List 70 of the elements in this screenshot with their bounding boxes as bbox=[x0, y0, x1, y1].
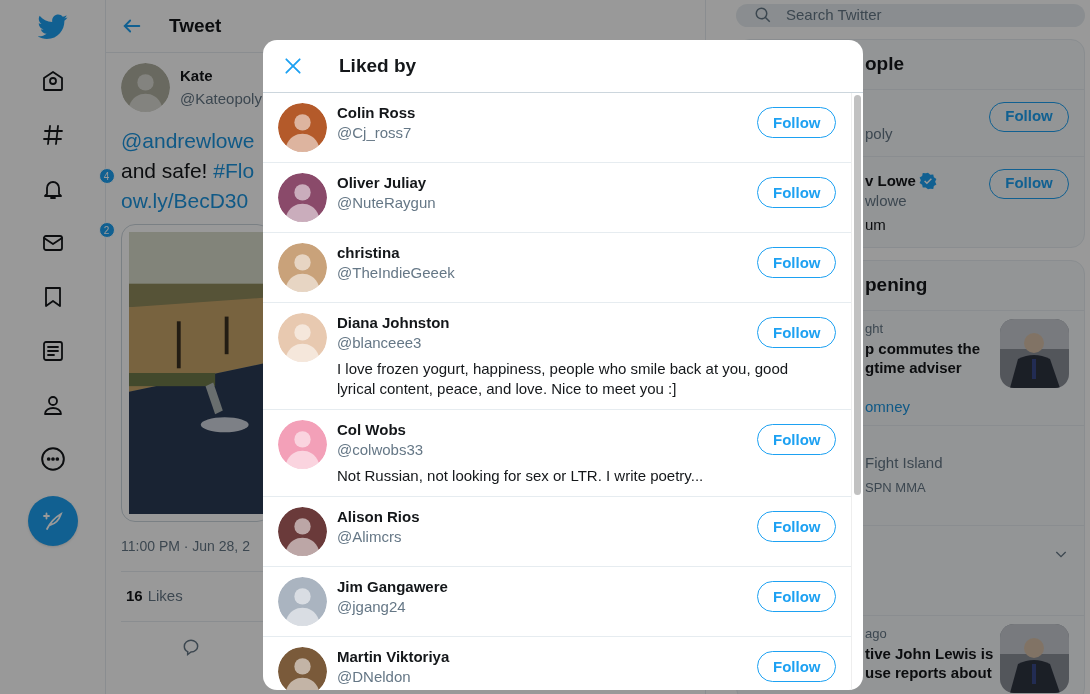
more-icon[interactable] bbox=[39, 446, 66, 472]
user-name[interactable]: Colin Ross bbox=[337, 103, 416, 123]
author-handle[interactable]: @Kateopoly bbox=[180, 87, 262, 110]
avatar-icon[interactable] bbox=[278, 647, 327, 690]
search-icon bbox=[754, 6, 772, 25]
user-row[interactable]: Alison Rios @Alimcrs Follow bbox=[263, 497, 851, 567]
person-handle[interactable]: wlowe bbox=[865, 190, 989, 211]
likes-label[interactable]: Likes bbox=[147, 585, 183, 608]
event-meta: SPN MMA bbox=[865, 479, 927, 498]
story-headline[interactable]: p commutes the bbox=[865, 338, 1000, 358]
user-name[interactable]: Diana Johnston bbox=[337, 313, 450, 333]
tweet-link[interactable]: ow.ly/BecD30 bbox=[121, 186, 249, 216]
user-row[interactable]: Colin Ross @Cj_ross7 Follow bbox=[263, 93, 851, 163]
list-icon[interactable] bbox=[40, 339, 65, 363]
user-row[interactable]: christina @TheIndieGeeek Follow bbox=[263, 233, 851, 303]
dialog-title: Liked by bbox=[339, 53, 417, 78]
user-row[interactable]: Oliver Juliay @NuteRaygun Follow bbox=[263, 163, 851, 233]
notification-badge: 4 bbox=[98, 168, 115, 184]
user-bio: I love frozen yogurt, happiness, people who smile back at you, good lyrical content, peace, and love. Nice to meet you :] bbox=[337, 359, 790, 399]
person-handle[interactable]: poly bbox=[865, 123, 989, 144]
card-title: pening bbox=[865, 272, 928, 297]
user-handle[interactable]: @TheIndieGeeek bbox=[337, 263, 455, 283]
user-handle[interactable]: @NuteRaygun bbox=[337, 193, 436, 213]
tweet-timestamp: 11:00 PM · Jun 28, 2 bbox=[121, 537, 250, 556]
user-handle[interactable]: @jgang24 bbox=[337, 597, 448, 617]
avatar-icon[interactable] bbox=[278, 103, 327, 152]
story-link[interactable]: omney bbox=[865, 396, 1000, 417]
close-icon[interactable] bbox=[283, 56, 303, 76]
verified-icon bbox=[918, 171, 937, 190]
story-headline[interactable]: use reports about bbox=[865, 662, 1000, 682]
user-handle[interactable]: @Alimcrs bbox=[337, 527, 420, 547]
user-row[interactable]: Diana Johnston @blanceee3 Follow I love frozen yogurt, happiness, people who smile back at you, good lyrical content, peace, and love. Nice to meet you :] bbox=[263, 303, 851, 410]
story-headline[interactable]: tive John Lewis is bbox=[865, 643, 1000, 663]
user-name[interactable]: Col Wobs bbox=[337, 420, 424, 440]
tweet-link[interactable]: @andrewlowe bbox=[121, 126, 255, 156]
avatar-icon[interactable] bbox=[278, 173, 327, 222]
user-name[interactable]: Alison Rios bbox=[337, 507, 420, 527]
user-handle[interactable]: @colwobs33 bbox=[337, 440, 424, 460]
event-title[interactable]: Fight Island bbox=[865, 452, 1084, 475]
hashtag-icon[interactable] bbox=[40, 123, 65, 147]
likes-count[interactable]: 16 bbox=[126, 585, 143, 608]
story-meta: ght bbox=[865, 319, 885, 338]
user-name[interactable]: Jim Gangawere bbox=[337, 577, 448, 597]
page-title: Tweet bbox=[169, 13, 222, 38]
user-handle[interactable]: @blanceee3 bbox=[337, 333, 450, 353]
user-row[interactable]: Col Wobs @colwobs33 Follow Not Russian, not looking for sex or LTR. I write poetry... bbox=[263, 410, 851, 497]
user-bio: Not Russian, not looking for sex or LTR. I write poetry... bbox=[337, 466, 705, 486]
story-headline[interactable]: gtime adviser bbox=[865, 357, 1000, 377]
person-bio: um bbox=[865, 214, 887, 235]
user-row[interactable]: Martin Viktoriya @DNeldon Follow bbox=[263, 637, 851, 690]
person-name[interactable]: v Lowe bbox=[865, 170, 916, 191]
card-title: ople bbox=[865, 51, 905, 76]
user-row[interactable]: Jim Gangawere @jgang24 Follow bbox=[263, 567, 851, 637]
tweet-link[interactable]: #Flo bbox=[213, 156, 255, 186]
home-icon[interactable] bbox=[40, 69, 65, 93]
scrollbar-thumb[interactable] bbox=[854, 95, 861, 495]
user-name[interactable]: Martin Viktoriya bbox=[337, 647, 450, 667]
bird-logo-icon[interactable] bbox=[37, 14, 68, 40]
search-field[interactable]: Search Twitter bbox=[736, 4, 1085, 27]
user-name[interactable]: Oliver Juliay bbox=[337, 173, 436, 193]
avatar-icon[interactable] bbox=[278, 507, 327, 556]
compose-button[interactable] bbox=[27, 496, 78, 546]
user-handle[interactable]: @DNeldon bbox=[337, 667, 450, 687]
reply-icon[interactable] bbox=[181, 637, 201, 657]
story-meta: ago bbox=[865, 624, 888, 643]
tweet-text: and safe! bbox=[121, 158, 209, 184]
user-handle[interactable]: @Cj_ross7 bbox=[337, 123, 416, 143]
notification-badge: 2 bbox=[98, 222, 115, 238]
user-name[interactable]: christina bbox=[337, 243, 455, 263]
author-name[interactable]: Kate bbox=[180, 65, 262, 88]
